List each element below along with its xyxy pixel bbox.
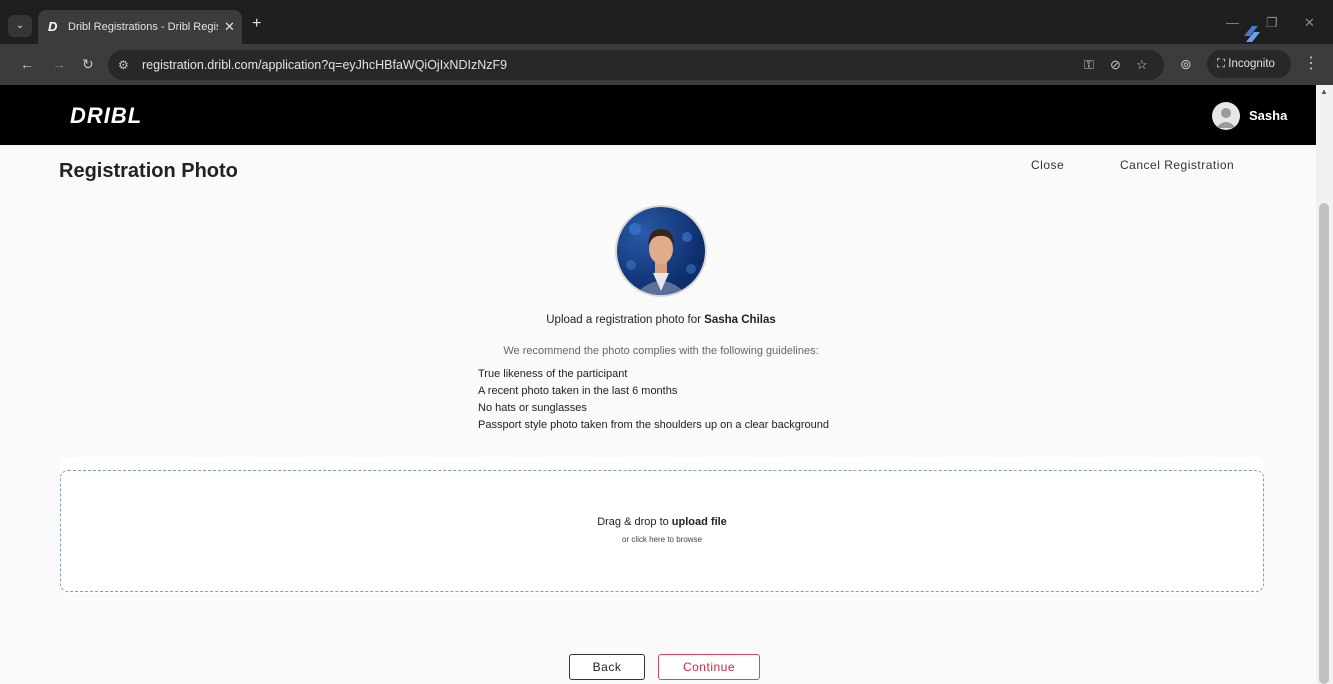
page-title: Registration Photo — [59, 160, 238, 182]
continue-button[interactable]: Continue — [658, 654, 760, 680]
upload-file-label: upload file — [671, 516, 727, 528]
address-bar[interactable]: ⚙ registration.dribl.com/application?q=e… — [108, 50, 1164, 80]
recommend-text: We recommend the photo complies with the… — [503, 345, 819, 357]
forward-icon[interactable]: → — [52, 56, 66, 72]
incognito-label: Incognito — [1228, 58, 1275, 70]
upload-instruction: Upload a registration photo for Sasha Ch… — [0, 313, 1316, 327]
upload-prefix: Upload a registration photo for — [546, 314, 705, 326]
star-icon[interactable]: ☆ — [1136, 57, 1148, 73]
restore-icon[interactable]: ❐ — [1266, 14, 1278, 32]
back-button[interactable]: Back — [569, 654, 645, 680]
tab-search-icon[interactable]: ⌄ — [8, 15, 32, 37]
scroll-up-icon[interactable]: ▲ — [1320, 87, 1328, 97]
incognito-badge[interactable]: ⛶ Incognito — [1207, 50, 1291, 78]
close-tab-icon[interactable]: ✕ — [224, 19, 235, 35]
close-link[interactable]: Close — [1031, 157, 1064, 173]
registration-photo — [615, 205, 707, 297]
url-text[interactable]: registration.dribl.com/application?q=eyJ… — [142, 58, 507, 73]
cancel-registration-link[interactable]: Cancel Registration — [1120, 157, 1234, 173]
incognito-icon: ⛶ — [1217, 58, 1229, 70]
tab-title: Dribl Registrations - Dribl Regis — [68, 21, 218, 33]
minimize-icon[interactable]: — — [1226, 14, 1239, 32]
more-icon[interactable]: ⋮ — [1303, 55, 1319, 73]
list-item: True likeness of the participant — [478, 368, 628, 380]
page-content: DRIBL Sasha Registration Photo Close Can… — [0, 85, 1316, 684]
overlay-logo-icon — [1244, 26, 1260, 42]
site-info-icon[interactable]: ⚙ — [118, 57, 129, 73]
dribl-logo[interactable]: DRIBL — [70, 103, 142, 129]
page-scrollbar[interactable]: ▲ — [1316, 85, 1333, 684]
browse-hint: or click here to browse — [621, 535, 703, 544]
browser-tab[interactable]: D Dribl Registrations - Dribl Regis ✕ — [38, 10, 242, 44]
browser-toolbar: ← → ↻ ⚙ registration.dribl.com/applicati… — [0, 44, 1333, 85]
guidelines-list: True likeness of the participant A recen… — [478, 366, 829, 434]
list-item: A recent photo taken in the last 6 month… — [478, 385, 678, 397]
extension-icon[interactable]: ⊚ — [1180, 56, 1192, 72]
reload-icon[interactable]: ↻ — [82, 56, 94, 72]
drop-prefix: Drag & drop to — [597, 516, 672, 528]
window-close-icon[interactable]: ✕ — [1304, 14, 1315, 32]
participant-name: Sasha Chilas — [704, 314, 776, 326]
list-item: Passport style photo taken from the shou… — [478, 419, 829, 431]
browser-tabstrip: ⌄ D Dribl Registrations - Dribl Regis ✕ … — [0, 0, 1333, 44]
app-header: DRIBL Sasha — [0, 85, 1316, 145]
user-avatar-icon[interactable] — [1212, 102, 1240, 130]
eye-off-icon[interactable]: ⊘ — [1110, 57, 1121, 73]
file-dropzone[interactable]: Drag & drop to upload file or click here… — [60, 470, 1264, 592]
scrollbar-thumb[interactable] — [1319, 203, 1329, 684]
dribl-favicon-icon: D — [48, 19, 58, 34]
user-name[interactable]: Sasha — [1249, 108, 1287, 124]
back-icon[interactable]: ← — [20, 56, 34, 72]
new-tab-icon[interactable]: + — [252, 15, 261, 33]
list-item: No hats or sunglasses — [478, 402, 587, 414]
password-key-icon[interactable]: ⚿ — [1084, 57, 1094, 73]
drop-title: Drag & drop to upload file — [61, 515, 1263, 529]
